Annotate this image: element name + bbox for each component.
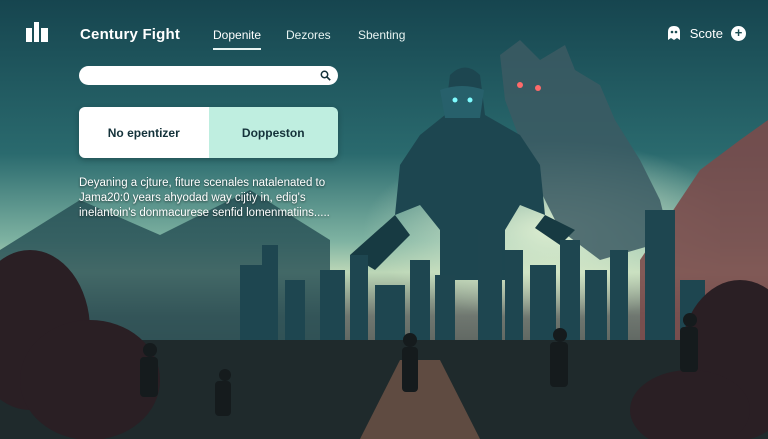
score-label: Scote	[689, 25, 723, 41]
search-input[interactable]	[79, 66, 309, 86]
mode-toggle: No epentizer Doppeston	[79, 107, 338, 158]
description-line-2: Jama20:0 years ahyodad way cijtiy in, ed…	[79, 192, 306, 204]
score-area[interactable]: Scote +	[666, 25, 746, 41]
toggle-option-doppeston[interactable]: Doppeston	[208, 107, 338, 158]
nav-tab-dopenite[interactable]: Dopenite	[213, 28, 262, 50]
plus-icon[interactable]: +	[731, 25, 746, 41]
nav-tab-sbenting[interactable]: Sbenting	[358, 28, 405, 42]
description-line-3: inelantoin's donmacurese senfid lomenmat…	[79, 207, 330, 219]
ghost-icon	[667, 26, 680, 40]
app-logo-icon[interactable]	[24, 20, 50, 46]
search-icon[interactable]	[320, 70, 331, 81]
toggle-option-no-epentizer[interactable]: No epentizer	[79, 107, 209, 158]
nav-tab-dezores[interactable]: Dezores	[286, 28, 331, 42]
app-title: Century Fight	[80, 26, 181, 43]
description-text: Deyaning a cjture, fiture scenales natal…	[79, 176, 349, 221]
description-line-1: Deyaning a cjture, fiture scenales natal…	[79, 177, 326, 189]
search-bar[interactable]	[79, 66, 338, 86]
